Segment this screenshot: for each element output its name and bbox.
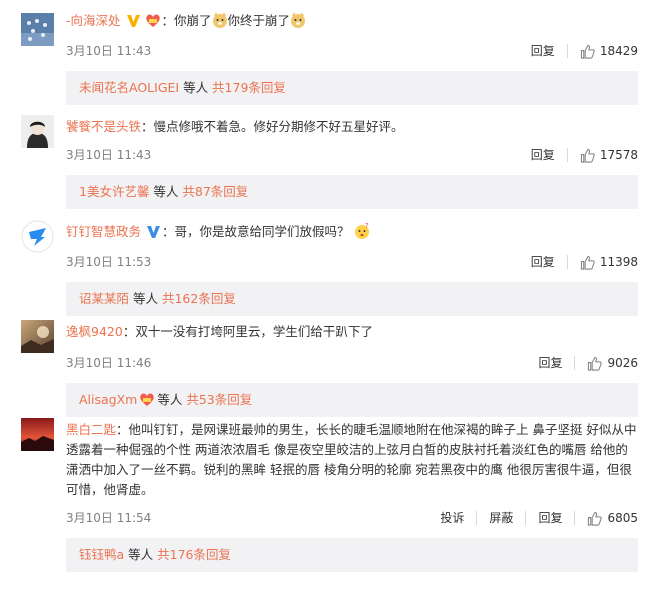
like-count: 9026 <box>607 356 638 370</box>
reply-count-link[interactable]: 共53条回复 <box>186 392 252 407</box>
comment-text: -向海深处 ：你崩了 你终于崩了 <box>66 11 638 33</box>
member-badge-icon <box>139 386 155 406</box>
username-link[interactable]: 逸枫9420 <box>66 324 123 339</box>
comment-text-part: 哥，你是故意给同学们放假吗？ <box>174 224 350 239</box>
comment-time: 3月10日 11:54 <box>66 511 152 525</box>
username-link[interactable]: -向海深处 <box>66 13 121 28</box>
avatar[interactable] <box>21 418 54 451</box>
like-count: 17578 <box>599 148 638 162</box>
reply-count-link[interactable]: 共176条回复 <box>157 547 231 562</box>
comment-text: 钉钉智慧政务 ：哥，你是故意给同学们放假吗？ ? <box>66 222 638 244</box>
report-button[interactable]: 投诉 <box>428 507 476 529</box>
replies-summary[interactable]: 1美女许艺馨 等人 共87条回复 <box>66 175 638 209</box>
comment-time: 3月10日 11:43 <box>66 148 152 162</box>
username-link[interactable]: 黑白二匙 <box>66 422 116 437</box>
thumbs-up-icon <box>580 255 595 270</box>
comment-actions: 回复 11398 <box>519 251 638 273</box>
replies-summary[interactable]: 未闻花名AOLIGEI 等人 共179条回复 <box>66 71 638 105</box>
comment-text-part: 他叫钉钉，是网课班最帅的男生，长长的睫毛温顺地附在他深褐的眸子上 鼻子坚挺 好似… <box>66 422 637 497</box>
like-button[interactable]: 11398 <box>568 255 638 270</box>
colon: ： <box>122 324 136 339</box>
comment-text-part: 慢点修哦不着急。修好分期修不好五星好评。 <box>153 119 404 134</box>
reply-count-link[interactable]: 共162条回复 <box>162 291 236 306</box>
reply-count-link[interactable]: 共87条回复 <box>182 184 248 199</box>
comment-text: 逸枫9420：双十一没有打垮阿里云，学生们给干趴下了 <box>66 322 638 342</box>
reply-button[interactable]: 回复 <box>526 507 574 529</box>
comment-text-part: 双十一没有打垮阿里云，学生们给干趴下了 <box>135 324 373 339</box>
thumbs-up-icon <box>588 356 603 371</box>
colon: ： <box>161 13 174 28</box>
thinking-emoji-icon: ? <box>354 222 370 239</box>
avatar[interactable] <box>21 115 54 148</box>
comment-text-part: 你终于崩了 <box>227 13 291 28</box>
comment-item: 钉钉智慧政务 ：哥，你是故意给同学们放假吗？ ? 3月10日 11:53 回复 … <box>0 212 653 316</box>
svg-text:?: ? <box>365 223 369 230</box>
avatar[interactable] <box>21 220 54 253</box>
comment-time: 3月10日 11:53 <box>66 255 152 269</box>
comment-actions: 回复 18429 <box>519 40 638 62</box>
doge-emoji-icon <box>290 12 306 28</box>
like-count: 18429 <box>599 44 638 58</box>
reply-button[interactable]: 回复 <box>526 352 574 374</box>
like-button[interactable]: 17578 <box>568 148 638 163</box>
comment-actions: 投诉 屏蔽 回复 6805 <box>428 507 638 529</box>
thumbs-up-icon <box>580 44 595 59</box>
comment-text: 饕餮不是头铁：慢点修哦不着急。修好分期修不好五星好评。 <box>66 117 638 137</box>
reply-user-link[interactable]: 钰钰鸭a <box>79 547 124 562</box>
replies-summary[interactable]: 诏某某陌 等人 共162条回复 <box>66 282 638 316</box>
avatar[interactable] <box>21 13 54 46</box>
avatar[interactable] <box>21 320 54 353</box>
replies-summary[interactable]: 钰钰鸭a 等人 共176条回复 <box>66 538 638 572</box>
like-button[interactable]: 6805 <box>575 511 638 526</box>
reply-summary-text: 等人 <box>124 547 158 562</box>
comment-actions: 回复 9026 <box>526 352 638 374</box>
reply-summary-text: 等人 <box>179 80 213 95</box>
reply-button[interactable]: 回复 <box>519 251 567 273</box>
like-count: 11398 <box>599 255 638 269</box>
comment-item: 饕餮不是头铁：慢点修哦不着急。修好分期修不好五星好评。 3月10日 11:43 … <box>0 105 653 212</box>
doge-emoji-icon <box>212 12 228 28</box>
reply-user-link[interactable]: 诏某某陌 <box>79 291 129 306</box>
member-badge-icon <box>145 12 161 28</box>
reply-summary-text: 等人 <box>149 184 183 199</box>
like-button[interactable]: 9026 <box>575 356 638 371</box>
username-link[interactable]: 钉钉智慧政务 <box>66 224 141 239</box>
comment-actions: 回复 17578 <box>519 144 638 166</box>
reply-user-link[interactable]: 1美女许艺馨 <box>79 184 149 199</box>
comment-text: 黑白二匙：他叫钉钉，是网课班最帅的男生，长长的睫毛温顺地附在他深褐的眸子上 鼻子… <box>66 420 638 500</box>
reply-button[interactable]: 回复 <box>519 40 567 62</box>
comment-time: 3月10日 11:43 <box>66 44 152 58</box>
verified-blue-icon <box>147 224 160 244</box>
reply-user-link[interactable]: 未闻花名AOLIGEI <box>79 80 179 95</box>
like-button[interactable]: 18429 <box>568 44 638 59</box>
reply-user-link[interactable]: AlisagXm <box>79 392 137 407</box>
colon: ： <box>162 224 175 239</box>
like-count: 6805 <box>607 511 638 525</box>
reply-count-link[interactable]: 共179条回复 <box>212 80 286 95</box>
comment-item: 黑白二匙：他叫钉钉，是网课班最帅的男生，长长的睫毛温顺地附在他深褐的眸子上 鼻子… <box>0 406 653 594</box>
block-button[interactable]: 屏蔽 <box>477 507 525 529</box>
reply-summary-text: 等人 <box>129 291 162 306</box>
thumbs-up-icon <box>588 511 603 526</box>
comment-item: -向海深处 ：你崩了 你终于崩了 3月10日 11:43 回复 18429 未闻… <box>0 0 653 105</box>
comment-item: 逸枫9420：双十一没有打垮阿里云，学生们给干趴下了 3月10日 11:46 回… <box>0 312 653 417</box>
verified-yellow-icon <box>126 13 140 33</box>
thumbs-up-icon <box>580 148 595 163</box>
colon: ： <box>141 119 154 134</box>
username-link[interactable]: 饕餮不是头铁 <box>66 119 141 134</box>
comment-time: 3月10日 11:46 <box>66 356 152 370</box>
reply-summary-text: 等人 <box>157 392 187 407</box>
reply-button[interactable]: 回复 <box>519 144 567 166</box>
comment-text-part: 你崩了 <box>174 13 212 28</box>
comment-list: -向海深处 ：你崩了 你终于崩了 3月10日 11:43 回复 18429 未闻… <box>0 0 653 594</box>
colon: ： <box>116 422 129 437</box>
